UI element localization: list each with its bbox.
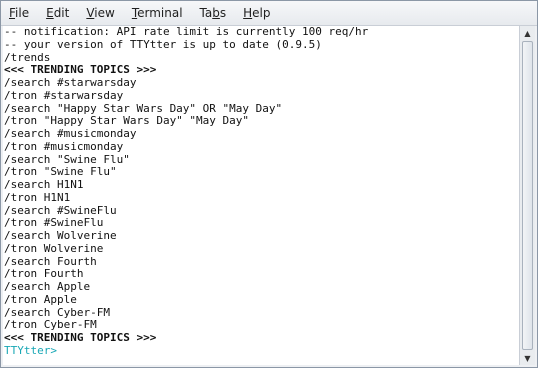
menu-help-rest: elp: [252, 6, 271, 20]
terminal-line: /tron #musicmonday: [4, 139, 124, 153]
menu-view-rest: iew: [94, 6, 115, 20]
terminal-line: /search Wolverine: [4, 229, 117, 242]
terminal-line: /tron Apple: [4, 292, 77, 306]
menu-tabs-rest: s: [219, 6, 227, 20]
terminal-prompt[interactable]: TTYtter>: [4, 344, 519, 358]
menu-terminal-rest: erminal: [137, 6, 183, 20]
menu-tabs-mnemonic: b: [212, 6, 220, 20]
menu-bar: File Edit View Terminal Tabs Help: [1, 1, 537, 26]
menu-terminal[interactable]: Terminal: [130, 4, 185, 22]
menu-tabs-pre: Ta: [199, 6, 213, 20]
terminal-line: -- your version of TTYtter is up to date…: [4, 37, 322, 51]
menu-edit[interactable]: Edit: [44, 4, 71, 22]
menu-edit-mnemonic: E: [46, 6, 54, 20]
menu-help[interactable]: Help: [241, 4, 272, 22]
terminal-line: /search Apple: [4, 280, 91, 293]
terminal-line: /search #musicmonday: [4, 127, 137, 140]
terminal-line: /search #starwarsday: [4, 76, 137, 89]
menu-help-mnemonic: H: [243, 6, 253, 20]
terminal-output[interactable]: -- notification: API rate limit is curre…: [3, 26, 519, 365]
terminal-line: /tron Wolverine: [4, 241, 104, 255]
menu-tabs[interactable]: Tabs: [198, 4, 229, 22]
arrow-down-icon[interactable]: ▼: [520, 351, 535, 365]
terminal-line: /tron H1N1: [4, 190, 71, 204]
menu-edit-rest: dit: [53, 6, 70, 20]
terminal-line: /tron #starwarsday: [4, 88, 124, 102]
vertical-scrollbar[interactable]: ▲ ▼: [519, 26, 535, 365]
terminal-line: /search H1N1: [4, 178, 84, 191]
menu-view[interactable]: View: [84, 4, 116, 22]
scrollbar-thumb[interactable]: [522, 41, 533, 350]
arrow-up-icon[interactable]: ▲: [520, 26, 535, 40]
menu-file[interactable]: File: [7, 4, 31, 22]
terminal-line: -- notification: API rate limit is curre…: [4, 26, 369, 38]
terminal-window: File Edit View Terminal Tabs Help -- not…: [0, 0, 538, 368]
trending-topics-header: <<< TRENDING TOPICS >>>: [4, 331, 157, 344]
menu-file-rest: ile: [15, 6, 30, 20]
